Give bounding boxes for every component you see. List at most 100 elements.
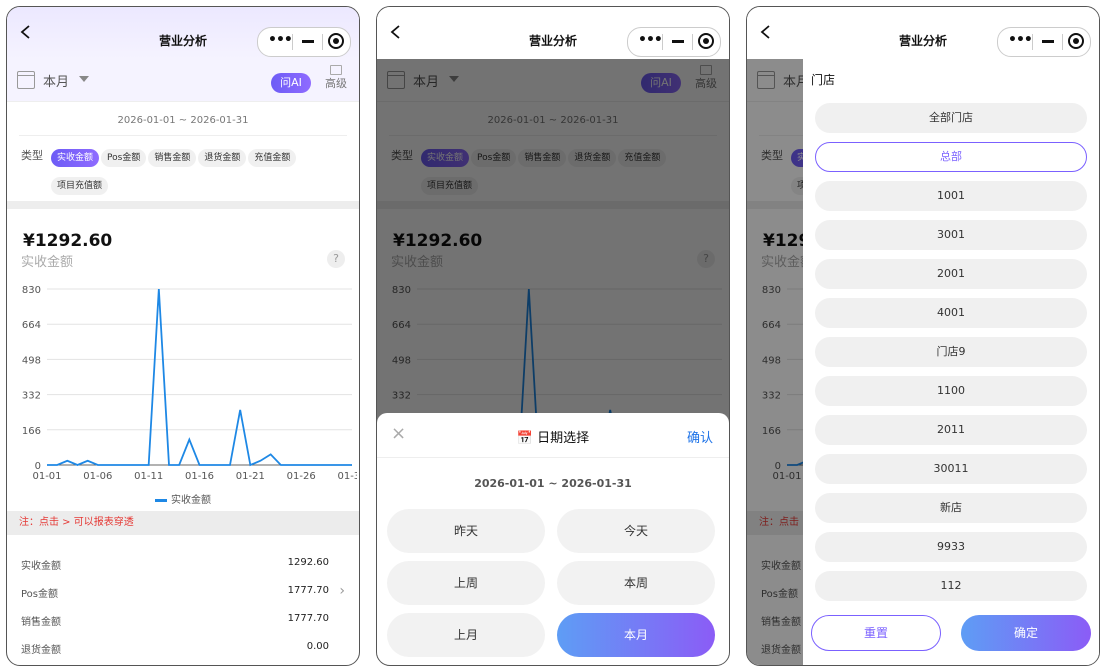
summary-row: 销售金额 1777.70 [21, 613, 345, 628]
store-option[interactable]: 1100 [815, 376, 1087, 406]
divider [19, 135, 347, 136]
quick-range-1[interactable]: 今天 [557, 509, 715, 553]
store-option[interactable]: 9933 [815, 532, 1087, 562]
capsule-divider [292, 34, 293, 50]
capsule-divider [692, 34, 693, 50]
close-target-icon[interactable] [698, 33, 714, 49]
capsule-divider [1032, 34, 1033, 50]
confirm-store-button[interactable]: 确定 [961, 615, 1091, 651]
store-drawer-title: 门店 [811, 73, 836, 87]
chip-3[interactable]: 退货金额 [198, 149, 247, 167]
x-tick-label: 01-16 [185, 471, 214, 482]
series-line-实收金额[interactable] [47, 288, 352, 467]
more-icon[interactable]: ••• [1008, 32, 1033, 48]
x-tick-label: 01-21 [236, 471, 265, 482]
more-icon[interactable]: ••• [268, 32, 293, 48]
store-option[interactable]: 总部 [815, 142, 1087, 172]
store-option[interactable]: 1001 [815, 181, 1087, 211]
help-icon[interactable]: ? [327, 250, 345, 268]
store-option[interactable]: 4001 [815, 298, 1087, 328]
store-option[interactable]: 2011 [815, 415, 1087, 445]
analysis-screen: 营业分析 ••• 本月 问AI 高级 2026-01-01 ~ 2026-01-31 类型实… [6, 6, 360, 666]
summary-label: Pos金额 [21, 589, 59, 600]
chip-4[interactable]: 充值金额 [248, 149, 297, 167]
chart-legend: 实收金额 [7, 491, 359, 506]
store-option[interactable]: 3001 [815, 220, 1087, 250]
filter-bar: 本月 问AI 高级 [7, 59, 359, 102]
quick-range-2[interactable]: 上周 [387, 561, 545, 605]
capsule-divider [662, 34, 663, 50]
date-picker-sheet: × 📅 日期选择 确认 2026-01-01 ~ 2026-01-31 昨天 今天 上周 本周… [377, 413, 729, 665]
total-amount: ¥1292.60 [23, 231, 113, 251]
x-tick-label: 01-26 [287, 471, 316, 482]
date-picker-title: 📅 日期选择 [377, 427, 729, 446]
summary-label: 实收金额 [21, 561, 61, 572]
close-target-icon[interactable] [328, 33, 344, 49]
date-picker-screen: 营业分析•••本月问AI高级2026-01-01 ~ 2026-01-31类型实… [376, 6, 730, 666]
close-target-icon[interactable] [1068, 33, 1084, 49]
chevron-right-icon[interactable]: › [339, 583, 345, 599]
chip-2[interactable]: 销售金额 [148, 149, 197, 167]
calendar-icon[interactable] [17, 71, 35, 89]
store-option[interactable]: 新店 [815, 493, 1087, 523]
summary-row[interactable]: Pos金额 1777.70 › [21, 583, 345, 600]
section-gap [7, 201, 359, 209]
advanced-filter-button[interactable]: 高级 [321, 65, 351, 91]
y-tick-label: 166 [22, 426, 41, 437]
chip-1[interactable]: Pos金额 [101, 149, 147, 167]
minimize-icon[interactable] [672, 40, 684, 43]
amount-label: 实收金额 [21, 255, 74, 270]
summary-label: 退货金额 [21, 645, 61, 656]
quick-range-3[interactable]: 本周 [557, 561, 715, 605]
store-option[interactable]: 门店9 [815, 337, 1087, 367]
x-tick-label: 01-06 [83, 471, 112, 482]
store-option[interactable]: 112 [815, 571, 1087, 601]
mini-program-capsule[interactable]: ••• [257, 27, 351, 57]
quick-range-0[interactable]: 昨天 [387, 509, 545, 553]
y-tick-label: 664 [22, 320, 41, 331]
capsule-divider [322, 34, 323, 50]
metric-chips: 实收金额Pos金额销售金额退货金额充值金额项目充值额 [51, 145, 351, 201]
store-option[interactable]: 全部门店 [815, 103, 1087, 133]
revenue-line-chart[interactable]: 016633249866483001-0101-0601-1101-1601-2… [7, 277, 357, 487]
y-tick-label: 332 [22, 391, 41, 402]
legend-label: 实收金额 [171, 495, 211, 506]
more-icon[interactable]: ••• [638, 32, 663, 48]
drawer-backdrop[interactable] [747, 59, 803, 665]
x-tick-label: 01-01 [32, 471, 61, 482]
month-selector[interactable]: 本月 [43, 71, 69, 90]
quick-range-4[interactable]: 上月 [387, 613, 545, 657]
title-bar: 营业分析 ••• [377, 7, 729, 59]
confirm-button[interactable]: 确认 [687, 427, 713, 446]
summary-value: 1777.70 [287, 613, 329, 624]
reset-button[interactable]: 重置 [811, 615, 941, 651]
ask-ai-button[interactable]: 问AI [271, 73, 311, 93]
mini-program-capsule[interactable]: ••• [627, 27, 721, 57]
store-drawer: 门店全部门店总部 1001 3001 2001 4001 门店9 1100 2011 30011… [803, 59, 1099, 665]
date-range-text: 2026-01-01 ~ 2026-01-31 [117, 115, 249, 126]
minimize-icon[interactable] [302, 40, 314, 43]
filter-icon [330, 65, 342, 75]
divider [377, 457, 729, 458]
chevron-down-icon[interactable] [79, 76, 89, 82]
advanced-label: 高级 [325, 77, 347, 90]
summary-value: 0.00 [306, 641, 329, 652]
y-tick-label: 830 [22, 285, 41, 296]
title-bar: 营业分析 ••• [747, 7, 1099, 59]
capsule-divider [1062, 34, 1063, 50]
summary-value: 1292.60 [287, 557, 329, 568]
y-tick-label: 498 [22, 355, 41, 366]
type-label: 类型 [21, 149, 43, 162]
store-option[interactable]: 30011 [815, 454, 1087, 484]
summary-value: 1777.70 [287, 585, 329, 596]
legend-swatch [155, 498, 167, 502]
minimize-icon[interactable] [1042, 40, 1054, 43]
chip-5[interactable]: 项目充值额 [51, 177, 109, 195]
chip-0[interactable]: 实收金额 [51, 149, 100, 167]
store-option[interactable]: 2001 [815, 259, 1087, 289]
quick-range-5[interactable]: 本月 [557, 613, 715, 657]
x-tick-label: 01-31 [337, 471, 357, 482]
mini-program-capsule[interactable]: ••• [997, 27, 1091, 57]
title-bar: 营业分析 ••• [7, 7, 359, 59]
summary-row: 退货金额 0.00 [21, 641, 345, 656]
